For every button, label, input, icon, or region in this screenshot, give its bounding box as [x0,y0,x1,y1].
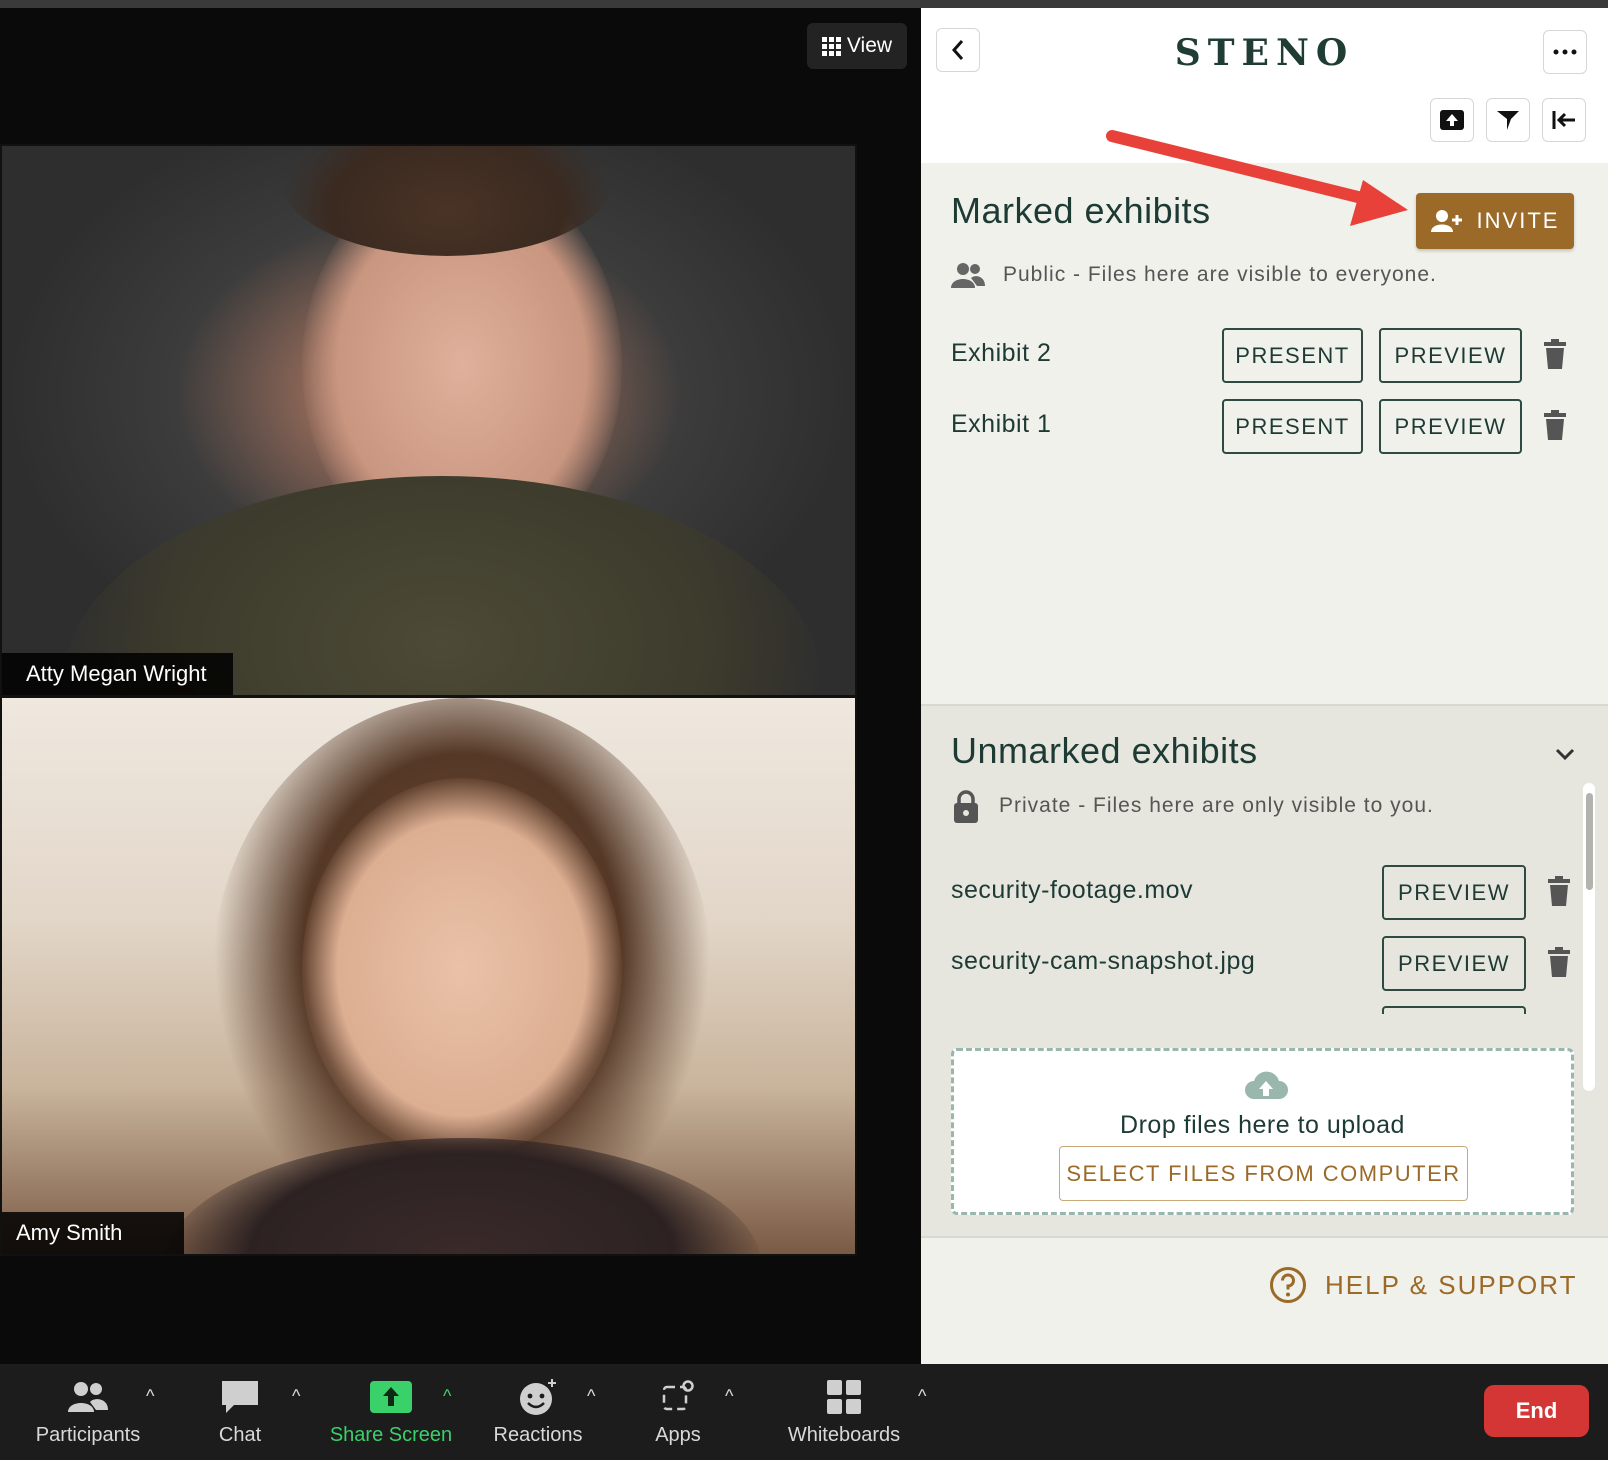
participant-shirt [162,1138,762,1254]
section-divider [921,1236,1608,1238]
participant-name-label: Atty Megan Wright [2,653,233,695]
participants-icon [18,1374,158,1420]
trash-icon[interactable] [1548,876,1570,906]
exhibit-label: Exhibit 1 [951,410,1052,438]
help-support-label: HELP & SUPPORT [1325,1269,1578,1300]
file-dropzone[interactable]: Drop files here to upload SELECT FILES F… [951,1048,1574,1215]
trash-icon[interactable] [1544,339,1566,369]
reactions-caret-icon[interactable]: ^ [587,1386,595,1407]
video-area: View Atty Megan Wright Amy Smith [0,8,921,1364]
panel-header: STENO [921,8,1608,163]
reactions-button[interactable]: Reactions [468,1374,608,1447]
chat-label: Chat [218,1424,262,1446]
apps-caret-icon[interactable]: ^ [725,1386,733,1407]
lock-icon [954,790,978,823]
end-meeting-button[interactable]: End [1484,1385,1589,1437]
cloud-upload-icon [1245,1071,1288,1099]
preview-button[interactable]: PREVIEW [1379,328,1522,383]
participants-button[interactable]: Participants [18,1374,158,1447]
present-button[interactable]: PRESENT [1222,399,1363,454]
participants-label: Participants [35,1424,141,1446]
share-screen-icon [321,1374,461,1420]
more-icon [1553,49,1577,55]
unmarked-privacy-text: Private - Files here are only visible to… [999,794,1434,817]
scrollbar-thumb[interactable] [1586,793,1593,890]
select-files-button[interactable]: SELECT FILES FROM COMPUTER [1059,1146,1468,1201]
preview-button[interactable]: PREVIEW [1382,865,1526,920]
partially-hidden-button [1382,1006,1526,1014]
meeting-toolbar: Participants ^ Chat ^ Share Screen ^ Rea… [0,1364,1608,1460]
whiteboards-button[interactable]: Whiteboards [774,1374,914,1447]
exhibit-label: Exhibit 2 [951,339,1052,367]
file-label: security-footage.mov [951,876,1194,904]
marked-privacy-note: Public - Files here are visible to every… [951,262,1437,288]
window-top-strip [0,0,1608,8]
chat-caret-icon[interactable]: ^ [292,1386,300,1407]
whiteboards-label: Whiteboards [787,1424,901,1446]
chat-button[interactable]: Chat [170,1374,310,1447]
reactions-label: Reactions [493,1424,583,1446]
preview-button[interactable]: PREVIEW [1379,399,1522,454]
participant-name-label: Amy Smith [2,1212,185,1254]
trash-icon[interactable] [1544,410,1566,440]
unmarked-privacy-note: Private - Files here are only visible to… [951,789,1434,823]
chevron-down-icon[interactable] [1553,746,1577,762]
whiteboards-icon [774,1374,914,1420]
people-icon [951,263,985,288]
trash-icon[interactable] [1548,947,1570,977]
video-tile[interactable]: Atty Megan Wright [0,144,857,697]
steno-panel: STENO Marked exhibits INVITE Public - Fi… [921,8,1608,1364]
participant-video [302,778,622,1158]
collapse-icon [1552,111,1575,129]
unmarked-exhibits-title: Unmarked exhibits [951,730,1258,771]
present-button[interactable]: PRESENT [1222,328,1363,383]
marked-exhibits-title: Marked exhibits [951,190,1211,231]
filter-button[interactable] [1486,98,1530,142]
apps-button[interactable]: Apps [608,1374,748,1447]
share-screen-button[interactable]: Share Screen [321,1374,461,1447]
unmarked-scrollbar[interactable] [1583,783,1595,1091]
more-button[interactable] [1543,30,1587,74]
upload-button[interactable] [1430,98,1474,142]
view-grid-icon [821,36,841,56]
whiteboards-caret-icon[interactable]: ^ [918,1386,926,1407]
filter-icon [1497,111,1519,130]
apps-label: Apps [655,1424,701,1446]
share-caret-icon[interactable]: ^ [443,1386,451,1407]
invite-label: INVITE [1476,208,1560,233]
participants-caret-icon[interactable]: ^ [146,1386,154,1407]
help-icon [1270,1267,1306,1303]
help-support-link[interactable]: HELP & SUPPORT [1269,1266,1577,1304]
invite-button[interactable]: INVITE [1416,193,1574,249]
dropzone-text: Drop files here to upload [1120,1111,1405,1139]
video-tile[interactable]: Amy Smith [0,696,857,1256]
marked-privacy-text: Public - Files here are visible to every… [1003,263,1437,286]
chat-icon [170,1374,310,1420]
collapse-button[interactable] [1542,98,1586,142]
view-label: View [846,34,893,57]
upload-icon [1440,110,1464,130]
preview-button[interactable]: PREVIEW [1382,936,1526,991]
share-screen-label: Share Screen [329,1424,453,1446]
steno-logo: STENO [1174,32,1355,74]
add-user-icon [1430,210,1462,232]
view-button[interactable]: View [807,23,907,69]
file-label: security-cam-snapshot.jpg [951,947,1256,975]
